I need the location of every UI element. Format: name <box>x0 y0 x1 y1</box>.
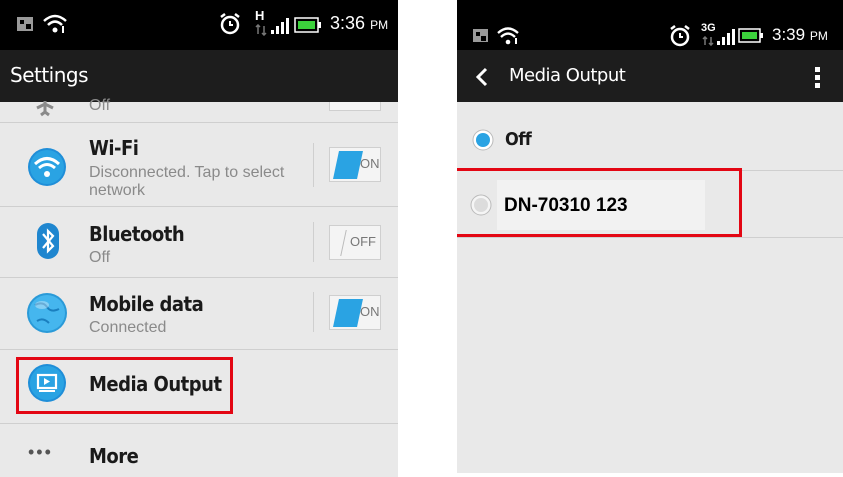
settings-screen: H 3:36 PM Settings Off Wi-Fi Disconnecte… <box>0 0 398 477</box>
overflow-menu-icon[interactable] <box>814 66 822 90</box>
wifi-status-line2: network <box>89 182 146 199</box>
battery-icon <box>738 28 763 43</box>
airplane-mode-status: Off <box>89 97 111 114</box>
wifi-status-line1: Disconnected. Tap to select <box>89 164 285 181</box>
back-arrow-icon[interactable] <box>475 67 489 87</box>
page-title: Media Output <box>509 65 626 86</box>
radio-selected-icon[interactable] <box>471 128 495 152</box>
network-type-label: H <box>255 8 265 23</box>
wifi-status-icon <box>497 27 519 45</box>
notification-icon <box>17 17 33 31</box>
status-time: 3:39 PM <box>772 25 828 44</box>
alarm-icon <box>220 13 240 35</box>
alarm-icon <box>670 25 690 47</box>
option-off-label: Off <box>505 129 532 150</box>
highlight-box <box>457 168 742 237</box>
mobile-data-title: Mobile data <box>89 292 204 316</box>
airplane-icon <box>36 101 54 117</box>
media-output-screen: 3G 3:39 PM Media Output Off DN-70310 123 <box>457 0 843 473</box>
highlight-box <box>16 357 233 414</box>
globe-icon <box>27 293 67 333</box>
status-time: 3:36 PM <box>330 13 389 33</box>
bluetooth-status: Off <box>89 249 111 266</box>
wifi-title: Wi-Fi <box>89 136 139 160</box>
wifi-icon <box>28 148 66 186</box>
bluetooth-icon <box>37 223 59 259</box>
status-bar: H 3:36 PM <box>0 0 398 50</box>
bluetooth-title: Bluetooth <box>89 222 185 246</box>
wifi-status-icon <box>43 14 67 33</box>
battery-icon <box>294 17 321 33</box>
signal-icon <box>271 18 289 34</box>
network-type-label: 3G <box>701 22 716 34</box>
more-title: More <box>89 444 139 468</box>
status-bar: 3G 3:39 PM <box>457 0 843 50</box>
notification-icon <box>473 29 488 42</box>
airplane-mode-toggle[interactable] <box>329 102 381 111</box>
mobile-data-toggle[interactable]: ON <box>329 295 381 330</box>
mobile-data-status: Connected <box>89 319 167 336</box>
data-arrows-icon <box>255 24 267 36</box>
more-icon: ••• <box>28 442 53 462</box>
wifi-toggle[interactable]: ON <box>329 147 381 182</box>
title-bar: Media Output <box>457 50 843 102</box>
signal-icon <box>717 29 735 45</box>
title-bar: Settings <box>0 50 398 102</box>
page-title: Settings <box>10 63 89 87</box>
data-arrows-icon <box>702 36 714 46</box>
bluetooth-toggle[interactable]: OFF <box>329 225 381 260</box>
